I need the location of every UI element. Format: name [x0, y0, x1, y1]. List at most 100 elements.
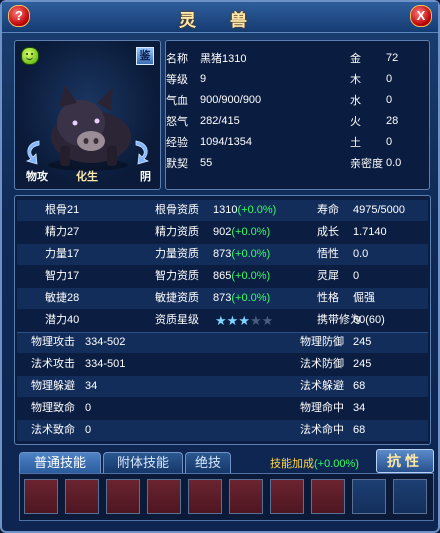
combat-value: 0 — [85, 402, 92, 414]
combat-row: 法术攻击 334-501 法术防御 245 — [17, 354, 428, 375]
aptitude-label: 根骨资质 — [155, 204, 199, 216]
stat-row: 智力 17 智力资质 灵犀 0 865(+0.0%) — [17, 266, 428, 287]
skill-slot[interactable] — [188, 479, 222, 514]
tab-possession-skills[interactable]: 附体技能 — [103, 452, 183, 473]
stat-value: 17 — [67, 248, 80, 260]
info-label: 火 — [350, 115, 361, 128]
combat-value: 334-502 — [85, 336, 126, 348]
info-value: 9 — [200, 72, 207, 85]
star-filled-icon: ★ — [238, 313, 250, 328]
combat-label: 物理致命 — [31, 402, 75, 414]
aptitude-label: 力量资质 — [155, 248, 199, 260]
skill-slot[interactable] — [106, 479, 140, 514]
stat-label: 敏捷 — [45, 292, 67, 304]
aptitude-value: 902(+0.0%) — [213, 222, 270, 243]
stat-value: 1.7140 — [353, 226, 387, 238]
combat-label: 物理防御 — [300, 336, 344, 348]
aptitude-label: 资质星级 — [155, 314, 199, 326]
stat-label: 力量 — [45, 248, 67, 260]
skill-slot-bar — [19, 473, 434, 521]
info-row-hp: 气血 900/900/900 水 0 — [166, 89, 429, 110]
combat-label: 物理命中 — [300, 402, 344, 414]
stat-label: 悟性 — [317, 248, 339, 260]
rotate-left-icon[interactable] — [21, 137, 43, 165]
info-label: 亲密度 — [350, 157, 383, 170]
aptitude-stars: ★★★★★ — [215, 310, 273, 331]
close-button[interactable]: X — [410, 5, 432, 27]
pig-image — [48, 85, 131, 171]
combat-row: 物理致命 0 物理命中 34 — [17, 398, 428, 419]
stat-row: 根骨 21 根骨资质 寿命 4975/5000 1310(+0.0%) — [17, 200, 428, 221]
aptitude-delta: (+0.0%) — [231, 270, 271, 282]
info-row-name: 名称 黑猪1310 金 72 — [166, 47, 429, 68]
info-row-exp: 经验 1094/1354 土 0 — [166, 131, 429, 152]
breed-button[interactable]: 化生 — [76, 168, 98, 184]
info-row-tacit: 默契 55 亲密度 0.0 — [166, 152, 429, 173]
info-label: 默契 — [166, 157, 188, 170]
rotate-right-icon[interactable] — [132, 137, 154, 165]
stat-row: 精力 27 精力资质 成长 1.7140 902(+0.0%) — [17, 222, 428, 243]
pet-info-table: 名称 黑猪1310 金 72 等级 9 木 0 气血 900/900/900 水… — [166, 47, 429, 173]
aptitude-label: 精力资质 — [155, 226, 199, 238]
aptitude-delta: (+0.0%) — [231, 292, 271, 304]
combat-value: 0 — [85, 424, 92, 436]
aptitude-number: 873 — [213, 292, 232, 304]
stat-label: 成长 — [317, 226, 339, 238]
aptitude-number: 865 — [213, 270, 232, 282]
skill-bonus: 技能加成(+0.00%) — [270, 455, 359, 471]
aptitude-number: 873 — [213, 248, 232, 260]
stat-row: 潜力 40 资质星级 携带修为 60(60) ★★★★★ — [17, 310, 428, 331]
aptitude-label: 敏捷资质 — [155, 292, 199, 304]
skill-bonus-label: 技能加成 — [270, 458, 314, 470]
info-label: 水 — [350, 94, 361, 107]
physical-attack-button[interactable]: 物攻 — [26, 168, 48, 184]
skill-slot[interactable] — [270, 479, 304, 514]
combat-row: 物理躲避 34 法术躲避 68 — [17, 376, 428, 397]
combat-value: 245 — [353, 358, 372, 370]
skill-slot[interactable] — [229, 479, 263, 514]
combat-value: 34 — [353, 402, 366, 414]
combat-value: 34 — [85, 380, 98, 392]
stat-value: 21 — [67, 204, 80, 216]
aptitude-label: 智力资质 — [155, 270, 199, 282]
window-title: 灵 兽 — [179, 11, 261, 31]
section-divider — [17, 332, 428, 333]
info-value: 55 — [200, 156, 213, 169]
info-value: 28 — [386, 114, 399, 127]
combat-row: 法术致命 0 法术命中 68 — [17, 420, 428, 441]
combat-label: 法术致命 — [31, 424, 75, 436]
tab-unique-skills[interactable]: 绝技 — [185, 452, 231, 473]
skill-slot[interactable] — [147, 479, 181, 514]
info-row-rage: 怒气 282/415 火 28 — [166, 110, 429, 131]
stat-label: 灵犀 — [317, 270, 339, 282]
combat-label: 物理攻击 — [31, 336, 75, 348]
stat-row: 敏捷 28 敏捷资质 性格 倔强 873(+0.0%) — [17, 288, 428, 309]
stat-value: 28 — [67, 292, 80, 304]
info-value: 900/900/900 — [200, 93, 262, 106]
info-label: 等级 — [166, 73, 188, 86]
pet-name-value: 黑猪1310 — [200, 52, 247, 65]
stat-value: 40 — [67, 314, 80, 326]
skill-slot[interactable] — [352, 479, 386, 514]
stat-row: 力量 17 力量资质 悟性 0.0 873(+0.0%) — [17, 244, 428, 265]
skill-slot[interactable] — [65, 479, 99, 514]
pet-preview: 鉴 物攻 化生 阴 — [14, 40, 161, 190]
combat-label: 法术躲避 — [300, 380, 344, 392]
tab-normal-skills[interactable]: 普通技能 — [19, 452, 101, 473]
star-empty-icon: ★ — [249, 313, 262, 328]
aptitude-value: 873(+0.0%) — [213, 288, 270, 309]
info-value: 0 — [386, 93, 393, 106]
pet-info-panel: 名称 黑猪1310 金 72 等级 9 木 0 气血 900/900/900 水… — [165, 40, 430, 190]
skill-slot[interactable] — [311, 479, 345, 514]
stat-value: 17 — [67, 270, 80, 282]
aptitude-value: 1310(+0.0%) — [213, 200, 276, 221]
resistance-button[interactable]: 抗性 — [376, 449, 434, 473]
skill-slot[interactable] — [24, 479, 58, 514]
aptitude-number: 902 — [213, 226, 232, 238]
star-filled-icon: ★ — [215, 313, 227, 328]
yin-button[interactable]: 阴 — [140, 168, 151, 184]
skill-slot[interactable] — [393, 479, 427, 514]
title-bar[interactable]: ? 灵 兽 X — [2, 2, 438, 33]
info-value: 1094/1354 — [200, 135, 252, 148]
info-label: 金 — [350, 52, 361, 65]
